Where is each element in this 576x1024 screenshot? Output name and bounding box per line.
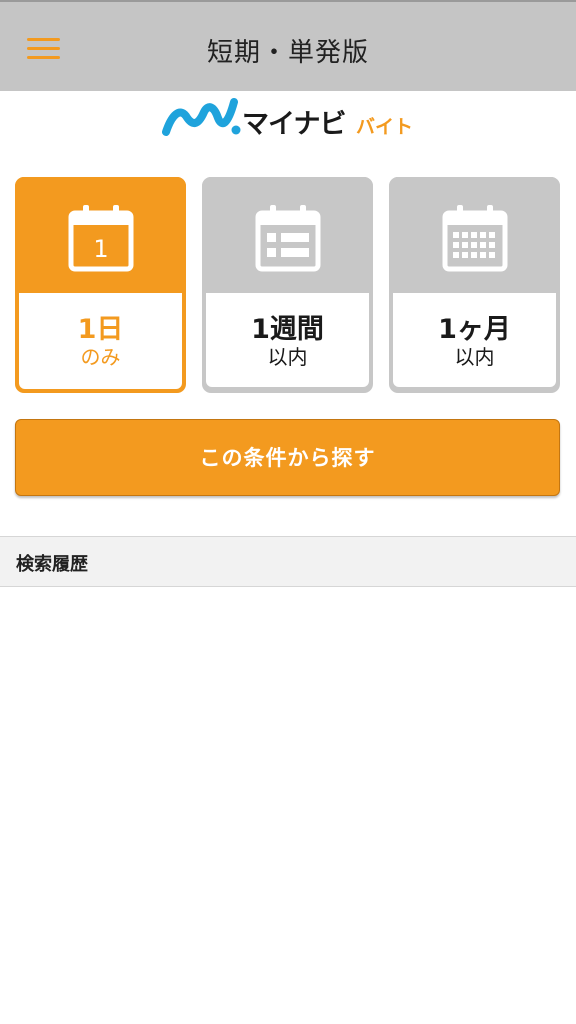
search-history-section: 検索履歴 xyxy=(0,536,576,587)
period-option-1-week[interactable]: 1週間 以内 xyxy=(202,177,373,393)
period-selector: 1 1日 のみ 1週間 以内 1ヶ月 以内 xyxy=(15,177,561,393)
calendar-day-icon: 1 xyxy=(68,205,133,272)
period-option-label: 1週間 xyxy=(251,314,324,345)
mynavi-baito-logo: マイナビ バイト xyxy=(162,94,422,140)
period-option-1-day[interactable]: 1 1日 のみ xyxy=(15,177,186,393)
period-option-label: 1ヶ月 xyxy=(438,314,511,345)
calendar-number: 1 xyxy=(93,235,108,263)
calendar-week-icon xyxy=(255,205,320,272)
app-header: 短期・単発版 xyxy=(0,0,576,91)
wave-logo-icon xyxy=(162,98,241,136)
period-option-1-month[interactable]: 1ヶ月 以内 xyxy=(389,177,560,393)
logo-sub-text: バイト xyxy=(356,116,414,138)
calendar-month-icon xyxy=(442,205,507,272)
page-title: 短期・単発版 xyxy=(206,38,369,68)
period-option-sublabel: 以内 xyxy=(454,345,495,369)
search-button[interactable]: この条件から探す xyxy=(15,419,560,496)
period-option-label: 1日 xyxy=(77,314,124,345)
search-history-title: 検索履歴 xyxy=(16,554,88,575)
period-option-sublabel: 以内 xyxy=(267,345,308,369)
logo-main-text: マイナビ xyxy=(242,109,346,140)
period-option-sublabel: のみ xyxy=(80,345,121,369)
